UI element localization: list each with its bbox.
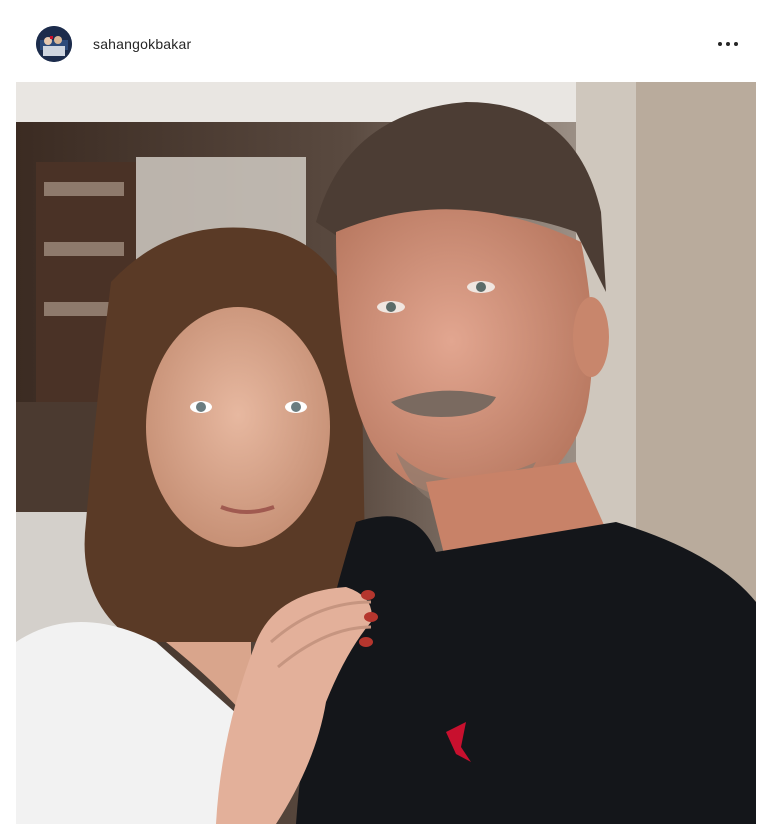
instagram-post: sahangokbakar xyxy=(0,0,770,835)
avatar[interactable] xyxy=(36,26,72,62)
post-photo[interactable] xyxy=(16,82,756,824)
selfie-photo xyxy=(16,82,756,824)
user-avatar-icon xyxy=(36,26,72,62)
more-options-button[interactable] xyxy=(710,32,746,56)
more-horizontal-icon xyxy=(718,42,738,46)
post-header: sahangokbakar xyxy=(0,0,770,82)
username[interactable]: sahangokbakar xyxy=(93,36,191,52)
